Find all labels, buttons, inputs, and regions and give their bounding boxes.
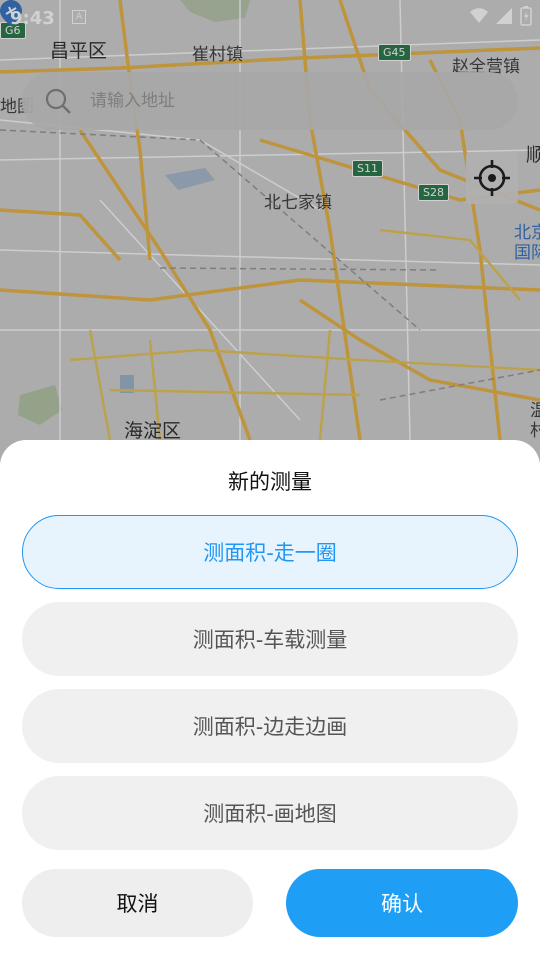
option-vehicle-measure[interactable]: 测面积-车载测量 xyxy=(22,602,518,676)
sheet-title: 新的测量 xyxy=(228,470,312,494)
option-walk-and-draw[interactable]: 测面积-边走边画 xyxy=(22,689,518,763)
new-measurement-sheet: 新的测量 测面积-走一圈 测面积-车载测量 测面积-边走边画 测面积-画地图 取… xyxy=(0,440,540,960)
option-walk-around[interactable]: 测面积-走一圈 xyxy=(22,515,518,589)
confirm-button[interactable]: 确认 xyxy=(286,869,518,937)
cancel-button[interactable]: 取消 xyxy=(22,869,253,937)
option-draw-on-map[interactable]: 测面积-画地图 xyxy=(22,776,518,850)
